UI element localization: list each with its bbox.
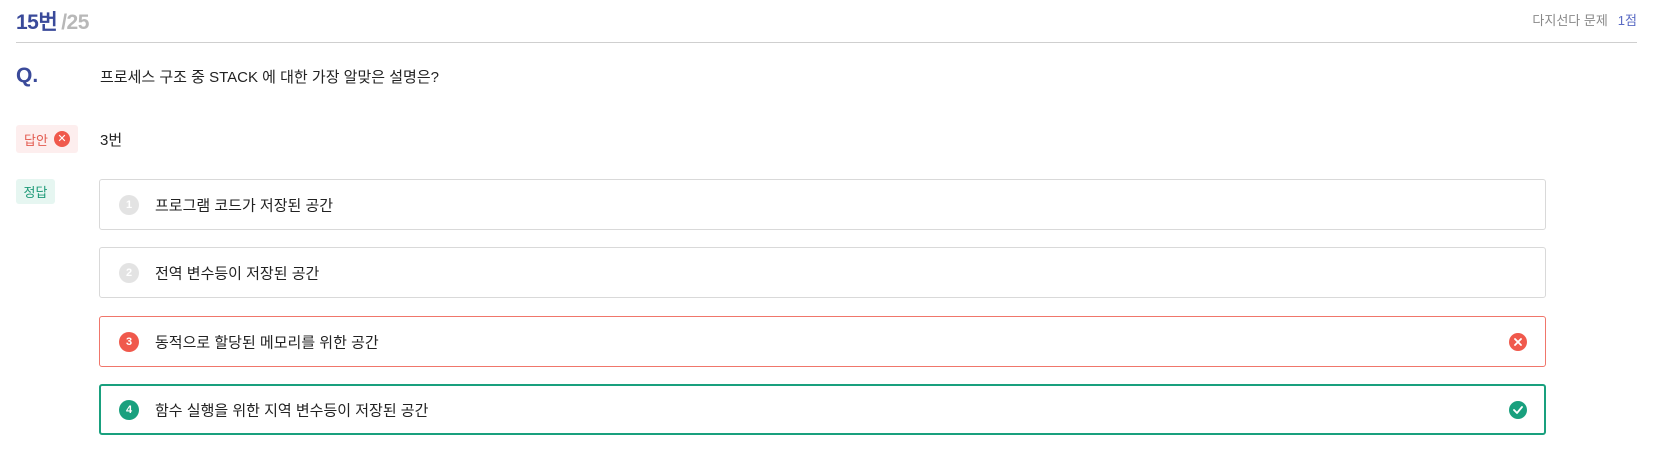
option-text: 프로그램 코드가 저장된 공간 [155,197,334,214]
option-2[interactable]: 2 전역 변수등이 저장된 공간 [99,247,1546,298]
option-number: 1 [119,194,139,215]
correct-answer-badge: 정답 [16,179,55,204]
quiz-result-page: 15번/25 다지선다 문제 1점 Q. 프로세스 구조 중 STACK 에 대한… [0,0,1653,470]
question-text: 프로세스 구조 중 STACK 에 대한 가장 알맞은 설명은? [100,69,439,86]
option-text: 함수 실행을 위한 지역 변수등이 저장된 공간 [155,402,429,419]
option-3[interactable]: 3 동적으로 할당된 메모리를 위한 공간 [99,316,1546,367]
answer-value: 3번 [100,132,123,149]
x-circle-icon: ✕ [53,131,70,147]
option-1[interactable]: 1 프로그램 코드가 저장된 공간 [99,179,1546,230]
option-number: 2 [119,262,139,283]
answer-badge: 답안 ✕ [16,125,78,153]
question-number: 15번 [16,11,58,34]
question-type: 다지선다 문제 [1532,13,1608,28]
option-number: 4 [119,399,139,420]
question-points: 1점 [1617,13,1637,28]
question-meta: 다지선다 문제 1점 [1532,10,1637,29]
option-number: 3 [119,331,139,352]
question-label: Q. [16,64,39,87]
question-counter: 15번/25 [16,6,89,36]
question-header: 15번/25 다지선다 문제 1점 [16,0,1637,43]
option-text: 동적으로 할당된 메모리를 위한 공간 [155,334,379,351]
question-total: /25 [61,11,89,34]
option-text: 전역 변수등이 저장된 공간 [155,265,320,282]
x-circle-icon [1509,332,1527,351]
answer-label: 답안 [24,132,48,148]
option-4[interactable]: 4 함수 실행을 위한 지역 변수등이 저장된 공간 [99,384,1546,435]
check-circle-icon [1509,400,1527,419]
